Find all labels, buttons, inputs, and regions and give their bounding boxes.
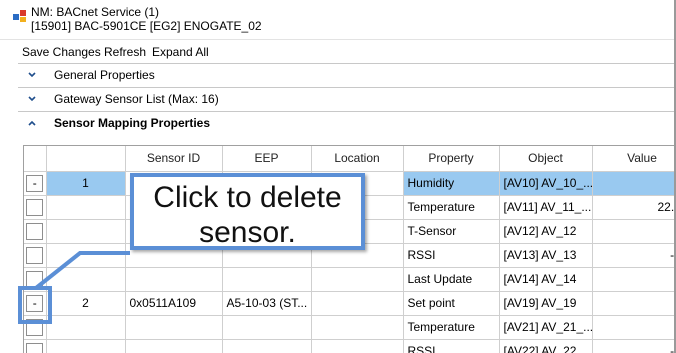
callout-line-2: sensor. [199, 216, 296, 249]
callout-text: Click to delete sensor. [134, 180, 361, 250]
callout-box: Click to delete sensor. [130, 173, 365, 250]
callout-line-1: Click to delete [153, 181, 342, 214]
delete-button-highlight [18, 286, 52, 324]
